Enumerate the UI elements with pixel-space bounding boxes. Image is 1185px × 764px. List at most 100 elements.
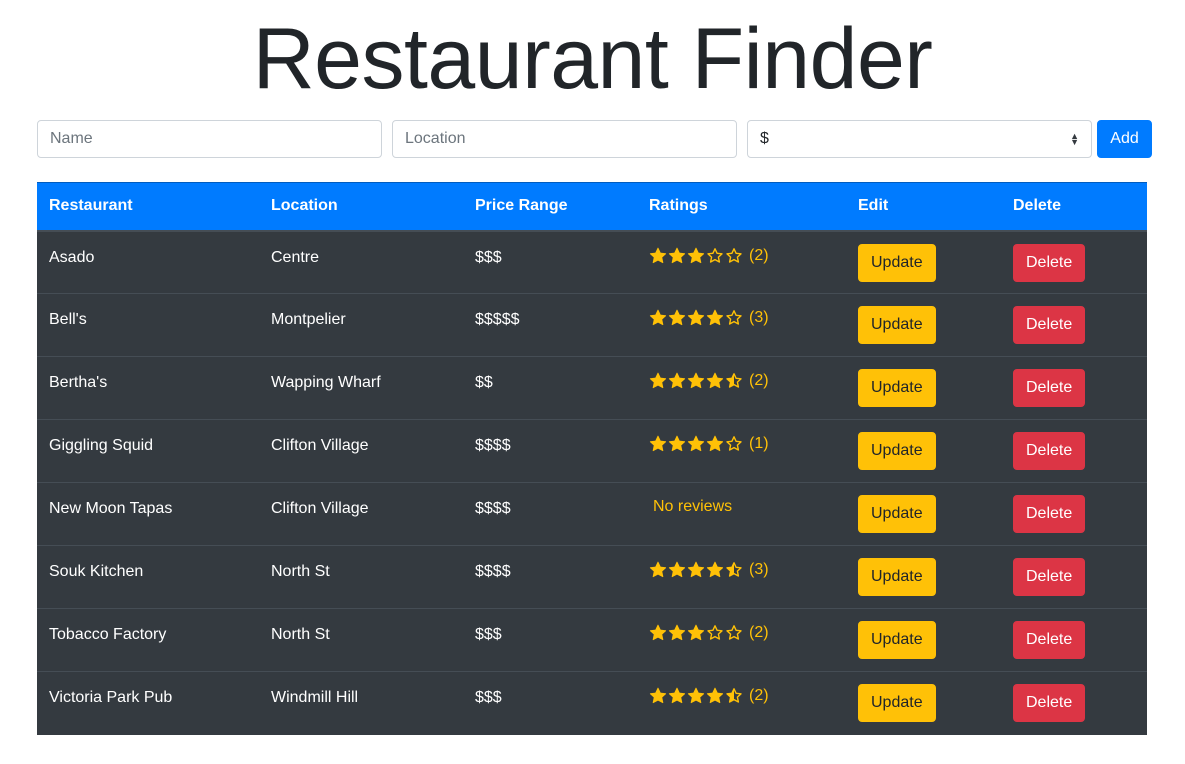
restaurant-location: Windmill Hill [271, 689, 359, 706]
add-button[interactable]: Add [1097, 120, 1152, 158]
update-button[interactable]: Update [858, 243, 936, 282]
rating-stars [649, 687, 743, 705]
cell-location: Clifton Village [259, 419, 463, 483]
rating-stars [649, 372, 743, 390]
rating-stars [649, 561, 743, 579]
cell-restaurant: Asado [37, 230, 259, 294]
header-price-range: Price Range [463, 182, 637, 232]
no-reviews-label: No reviews [653, 498, 733, 515]
delete-button[interactable]: Delete [1013, 684, 1086, 722]
star-filled-icon [668, 309, 686, 326]
delete-button[interactable]: Delete [1013, 369, 1086, 407]
update-button[interactable]: Update [858, 684, 936, 722]
cell-delete: Delete [1001, 545, 1147, 609]
cell-location: North St [259, 608, 463, 672]
cell-edit: Update [846, 545, 1001, 609]
star-filled-icon [687, 309, 705, 326]
cell-restaurant: Bertha's [37, 356, 259, 420]
restaurant-price-range: $$$$$ [475, 311, 520, 328]
header-delete: Delete [1001, 182, 1147, 232]
star-filled-icon [668, 372, 686, 389]
review-count: (3) [749, 561, 769, 578]
star-filled-icon [649, 687, 667, 704]
star-filled-icon [687, 561, 705, 578]
update-button[interactable]: Update [858, 621, 936, 659]
restaurants-table: Restaurant Location Price Range Ratings … [37, 182, 1147, 735]
restaurant-name: Souk Kitchen [49, 563, 144, 580]
cell-price-range: $$$ [463, 671, 637, 735]
table-row: Tobacco Factory North St $$$ (2) Update … [37, 608, 1147, 672]
add-restaurant-form: $ ▲▼ Add [37, 120, 1152, 158]
restaurant-location: Centre [271, 248, 320, 266]
cell-price-range: $$$$ [463, 545, 637, 609]
star-filled-icon [668, 687, 686, 704]
restaurant-name: Giggling Squid [49, 437, 154, 454]
rating-display: (3) [649, 294, 834, 327]
star-half-icon [726, 373, 742, 388]
review-count: (3) [749, 309, 769, 326]
delete-button[interactable]: Delete [1013, 621, 1086, 659]
rating-display: (2) [649, 672, 834, 705]
rating-stars [649, 309, 743, 327]
star-filled-icon [668, 247, 686, 263]
cell-location: North St [259, 545, 463, 609]
cell-edit: Update [846, 608, 1001, 672]
rating-stars [649, 624, 743, 642]
update-button[interactable]: Update [858, 432, 936, 470]
star-filled-icon [687, 435, 705, 452]
rating-display: (3) [649, 546, 834, 579]
location-input[interactable] [392, 120, 737, 158]
update-button[interactable]: Update [858, 495, 936, 533]
delete-button[interactable]: Delete [1013, 495, 1086, 533]
star-filled-icon [706, 372, 724, 389]
header-location: Location [259, 182, 463, 232]
star-filled-icon [706, 687, 724, 704]
cell-price-range: $$$ [463, 230, 637, 294]
cell-price-range: $$ [463, 356, 637, 420]
cell-restaurant: Tobacco Factory [37, 608, 259, 672]
cell-edit: Update [846, 293, 1001, 357]
cell-ratings: (2) [637, 230, 846, 294]
cell-location: Windmill Hill [259, 671, 463, 735]
star-filled-icon [649, 309, 667, 326]
star-filled-icon [706, 561, 724, 578]
header-edit: Edit [846, 182, 1001, 232]
star-empty-icon [726, 310, 742, 325]
rating-display: (2) [649, 357, 834, 390]
star-empty-icon [726, 625, 742, 640]
cell-ratings: (2) [637, 356, 846, 420]
update-button[interactable]: Update [858, 558, 936, 596]
price-range-select[interactable]: $ ▲ ▼ [747, 120, 1092, 158]
delete-button[interactable]: Delete [1013, 432, 1086, 470]
star-filled-icon [649, 372, 667, 389]
update-button[interactable]: Update [858, 369, 936, 407]
name-input[interactable] [37, 120, 382, 158]
cell-edit: Update [846, 230, 1001, 294]
review-count: (2) [749, 246, 769, 264]
restaurant-location: North St [271, 626, 330, 643]
cell-delete: Delete [1001, 482, 1147, 546]
star-filled-icon [649, 561, 667, 578]
review-count: (2) [749, 687, 769, 704]
price-range-selected-value: $ [760, 130, 769, 147]
cell-delete: Delete [1001, 230, 1147, 294]
restaurant-location: Wapping Wharf [271, 374, 381, 391]
delete-button[interactable]: Delete [1013, 306, 1086, 344]
table-row: Souk Kitchen North St $$$$ (3) Update De… [37, 545, 1147, 609]
review-count: (2) [749, 624, 769, 641]
header-ratings: Ratings [637, 182, 846, 232]
cell-edit: Update [846, 671, 1001, 735]
delete-button[interactable]: Delete [1013, 558, 1086, 596]
star-filled-icon [706, 435, 724, 452]
star-filled-icon [649, 624, 667, 641]
restaurant-name: Asado [49, 248, 95, 266]
star-half-icon [726, 562, 742, 577]
cell-delete: Delete [1001, 356, 1147, 420]
table-row: Bell's Montpelier $$$$$ (3) Update Delet… [37, 293, 1147, 357]
star-filled-icon [706, 309, 724, 326]
delete-button[interactable]: Delete [1013, 243, 1086, 282]
table-row: New Moon Tapas Clifton Village $$$$ No r… [37, 482, 1147, 546]
cell-delete: Delete [1001, 671, 1147, 735]
update-button[interactable]: Update [858, 306, 936, 344]
table-header-row: Restaurant Location Price Range Ratings … [37, 182, 1147, 232]
